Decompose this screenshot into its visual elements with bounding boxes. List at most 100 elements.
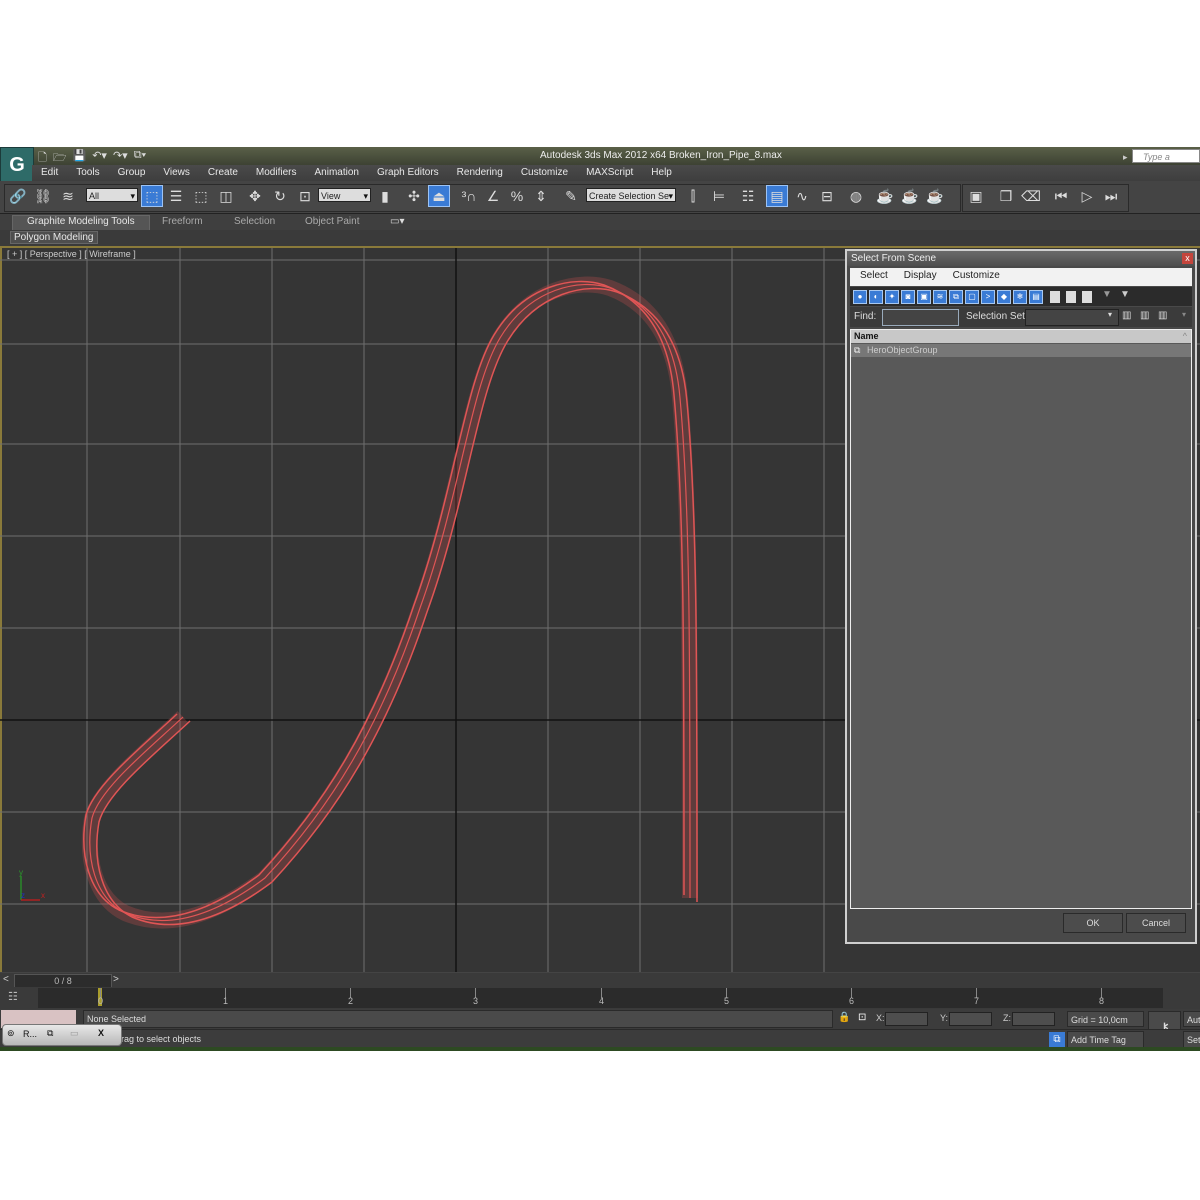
edit-named-selection-icon[interactable]: ✎ [560,185,582,207]
geometry-filter-icon[interactable]: ● [853,290,867,304]
close-icon[interactable]: X [98,1028,104,1038]
go-end-icon[interactable]: ⏭ [1100,185,1122,207]
time-slider[interactable]: 0 / 8 [14,974,112,988]
schematic-view-icon[interactable]: ⊟ [816,185,838,207]
add-to-set-icon[interactable]: ▥ [1158,310,1167,321]
broken-iron-pipe-wireframe[interactable] [81,276,698,929]
add-time-tag[interactable]: Add Time Tag [1067,1031,1144,1048]
cameras-filter-icon[interactable]: ◙ [901,290,915,304]
rotate-icon[interactable]: ↻ [269,185,291,207]
search-input[interactable]: Type a keyword [1123,149,1200,176]
spinner-snap-icon[interactable]: ⇕ [530,185,552,207]
app-logo-icon[interactable]: G [0,147,34,183]
pivot-center-icon[interactable]: ▮ [374,185,396,207]
menu-create[interactable]: Create [199,165,247,181]
render-setup-icon[interactable]: ☕ [874,185,896,207]
minimized-window[interactable]: ⊚ R... ⧉ ▭ X [2,1024,122,1046]
populate-icon[interactable]: ❒ [995,185,1017,207]
select-all-icon[interactable] [1050,291,1060,303]
hidden-filter-icon[interactable]: ▤ [1029,290,1043,304]
sort-icon[interactable]: ^ [1183,330,1187,343]
rect-selection-icon[interactable]: ⬚ [190,185,212,207]
z-coordinate-input[interactable] [1012,1012,1055,1026]
mirror-icon[interactable]: ⫿ [682,185,704,207]
maximize-icon[interactable]: ▭ [70,1028,79,1039]
select-invert-icon[interactable] [1082,291,1092,303]
filter-icon[interactable]: ▼ [1102,289,1112,300]
select-object-icon[interactable]: ⬚ [141,185,163,207]
column-header-name[interactable]: Name ^ [851,330,1191,343]
play-icon[interactable]: ▷ [1076,185,1098,207]
time-tag-icon[interactable]: ⧉ [1049,1032,1065,1048]
groups-filter-icon[interactable]: ⧉ [949,290,963,304]
move-icon[interactable]: ✥ [244,185,266,207]
track-bar-menu-icon[interactable]: ☷ [8,990,18,1003]
percent-snap-icon[interactable]: % [506,185,528,207]
remove-set-icon[interactable]: ▥ [1140,310,1149,321]
xrefs-filter-icon[interactable]: ▢ [965,290,979,304]
unlink-icon[interactable]: ⛓ [32,185,54,207]
menu-graph-editors[interactable]: Graph Editors [368,165,448,181]
list-item[interactable]: ⧉ HeroObjectGroup [851,344,1191,357]
set-key-button[interactable]: Set [1183,1031,1200,1048]
frozen-filter-icon[interactable]: ❄ [1013,290,1027,304]
tab-graphite-modeling-tools[interactable]: Graphite Modeling Tools [12,215,150,230]
ok-button[interactable]: OK [1063,913,1123,933]
lights-filter-icon[interactable]: ✦ [885,290,899,304]
dialog-menu-display[interactable]: Display [894,268,937,286]
menu-rendering[interactable]: Rendering [448,165,512,181]
menu-maxscript[interactable]: MAXScript [577,165,642,181]
scale-icon[interactable]: ⊡ [294,185,316,207]
rendered-frame-icon[interactable]: ☕ [899,185,921,207]
menu-edit[interactable]: Edit [32,165,67,181]
render-production-icon[interactable]: ☕ [924,185,946,207]
align-icon[interactable]: ⊨ [708,185,730,207]
object-list[interactable]: Name ^ ⧉ HeroObjectGroup [850,329,1192,909]
go-start-icon[interactable]: ⏮ [1050,185,1072,207]
bones-filter-icon[interactable]: > [981,290,995,304]
viewport-label[interactable]: [ + ] [ Perspective ] [ Wireframe ] [7,249,136,259]
menu-tools[interactable]: Tools [67,165,108,181]
prev-frame-button[interactable]: < [3,974,9,985]
track-bar-area[interactable]: 0 1 2 3 4 5 6 7 8 [38,988,1163,1008]
menu-views[interactable]: Views [154,165,199,181]
material-editor-icon[interactable]: ◍ [845,185,867,207]
menu-group[interactable]: Group [109,165,155,181]
y-coordinate-input[interactable] [949,1012,992,1026]
keyboard-shortcut-icon[interactable]: ⏏ [428,185,450,207]
ribbon-options-icon[interactable]: ▭▾ [390,216,404,227]
tab-object-paint[interactable]: Object Paint [305,216,359,227]
angle-snap-icon[interactable]: ∠ [482,185,504,207]
selection-set-dropdown[interactable] [1025,309,1119,326]
eraser-icon[interactable]: ⌫ [1020,185,1042,207]
create-set-icon[interactable]: ▥ [1122,310,1131,321]
window-crossing-icon[interactable]: ◫ [215,185,237,207]
shapes-filter-icon[interactable]: ◐ [869,290,883,304]
helpers-filter-icon[interactable]: ▣ [917,290,931,304]
link-icon[interactable]: 🔗 [7,185,29,207]
find-options-icon[interactable]: ▾ [1182,310,1186,319]
filter-options-icon[interactable]: ▼ [1120,289,1130,300]
select-by-name-icon[interactable]: ☰ [165,185,187,207]
menu-modifiers[interactable]: Modifiers [247,165,306,181]
curve-editor-icon[interactable]: ∿ [791,185,813,207]
tab-freeform[interactable]: Freeform [162,216,203,227]
absolute-mode-icon[interactable]: ⊡ [858,1012,866,1023]
snaps-toggle-icon[interactable]: ³∩ [458,185,480,207]
manipulate-icon[interactable]: ✣ [403,185,425,207]
track-bar[interactable]: ☷ 0 1 2 3 4 5 6 7 8 [0,987,1200,1009]
cancel-button[interactable]: Cancel [1126,913,1186,933]
selection-filter-dropdown[interactable]: All [86,188,138,203]
find-input[interactable] [882,309,959,326]
restore-icon[interactable]: ⧉ [47,1028,53,1039]
select-none-icon[interactable] [1066,291,1076,303]
layer-manager-icon[interactable]: ☷ [737,185,759,207]
containers-filter-icon[interactable]: ◆ [997,290,1011,304]
menu-help[interactable]: Help [642,165,681,181]
reference-coord-dropdown[interactable]: View [318,188,371,203]
chevron-down-icon[interactable]: ▾ [1108,310,1112,319]
dialog-close-button[interactable]: x [1182,253,1193,264]
next-frame-button[interactable]: > [113,974,119,985]
auto-key-button[interactable]: Auto [1183,1011,1200,1027]
x-coordinate-input[interactable] [885,1012,928,1026]
